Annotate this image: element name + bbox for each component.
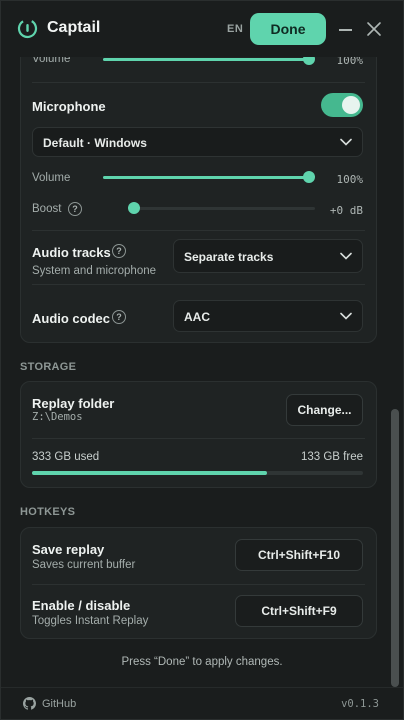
save-replay-sublabel: Saves current buffer xyxy=(32,559,136,571)
storage-card: Replay folder Z:\Demos Change... 333 GB … xyxy=(20,381,377,488)
save-replay-label: Save replay xyxy=(32,542,105,557)
apply-hint-text: Press “Done” to apply changes. xyxy=(121,656,283,668)
mic-volume-label: Volume xyxy=(32,172,71,184)
audio-tracks-label: Audio tracks xyxy=(32,245,111,260)
storage-usage-bar xyxy=(32,471,363,475)
microphone-toggle[interactable] xyxy=(321,93,363,117)
captail-logo-icon xyxy=(17,18,38,39)
audio-codec-label: Audio codec xyxy=(32,311,111,326)
divider xyxy=(32,438,365,439)
divider xyxy=(32,82,365,83)
close-icon xyxy=(367,22,381,36)
storage-used-text: 333 GB used xyxy=(32,451,100,463)
github-icon[interactable] xyxy=(23,697,36,710)
footer: GitHub v0.1.3 xyxy=(1,687,403,719)
storage-section-title: STORAGE xyxy=(20,361,77,373)
language-switch[interactable]: EN xyxy=(227,23,243,35)
storage-free-text: 133 GB free xyxy=(300,451,363,463)
slider-track xyxy=(128,207,315,210)
audio-tracks-sublabel: System and microphone xyxy=(32,265,157,277)
boost-label: Boost xyxy=(32,203,62,215)
app-window: Captail EN Done Volume 100% Microphone D… xyxy=(0,0,404,720)
audio-tracks-help-icon[interactable]: ? xyxy=(112,244,126,258)
chevron-down-icon xyxy=(340,138,352,146)
audio-card: Volume 100% Microphone Default · Windows… xyxy=(20,57,377,343)
audio-codec-value: AAC xyxy=(184,310,210,324)
slider-knob[interactable] xyxy=(128,202,140,214)
minimize-button[interactable] xyxy=(338,19,354,39)
audio-tracks-select[interactable]: Separate tracks xyxy=(173,239,363,273)
slider-fill xyxy=(103,58,309,61)
boost-value: +0 dB xyxy=(329,204,363,217)
settings-scroll-area[interactable]: Volume 100% Microphone Default · Windows… xyxy=(1,57,403,687)
enable-disable-label: Enable / disable xyxy=(32,598,131,613)
divider xyxy=(32,230,365,231)
enable-disable-hotkey-button[interactable]: Ctrl+Shift+F9 xyxy=(235,595,363,627)
toggle-knob xyxy=(342,96,360,114)
slider-knob[interactable] xyxy=(303,57,315,65)
audio-codec-select[interactable]: AAC xyxy=(173,300,363,332)
system-volume-value: 100% xyxy=(336,57,364,67)
github-link[interactable]: GitHub xyxy=(42,698,76,710)
boost-help-icon[interactable]: ? xyxy=(68,202,82,216)
replay-folder-label: Replay folder xyxy=(32,396,115,411)
close-button[interactable] xyxy=(365,19,383,39)
microphone-device-value: Default · Windows xyxy=(43,136,147,150)
audio-tracks-value: Separate tracks xyxy=(184,250,274,264)
system-volume-slider[interactable] xyxy=(103,57,315,67)
change-folder-button[interactable]: Change... xyxy=(286,394,363,426)
app-title: Captail xyxy=(47,19,101,36)
audio-codec-help-icon[interactable]: ? xyxy=(112,310,126,324)
scrollbar-thumb[interactable] xyxy=(391,409,399,687)
title-bar: Captail EN Done xyxy=(1,1,403,57)
mic-volume-value: 100% xyxy=(336,173,364,186)
storage-usage-fill xyxy=(32,471,267,475)
hotkeys-card: Save replay Saves current buffer Ctrl+Sh… xyxy=(20,527,377,639)
chevron-down-icon xyxy=(340,252,352,260)
mic-volume-slider[interactable] xyxy=(103,171,315,185)
boost-slider[interactable] xyxy=(128,202,315,216)
version-label: v0.1.3 xyxy=(341,698,379,710)
done-button[interactable]: Done xyxy=(250,13,326,45)
divider xyxy=(32,284,365,285)
slider-knob[interactable] xyxy=(303,171,315,183)
microphone-device-select[interactable]: Default · Windows xyxy=(32,127,363,157)
slider-fill xyxy=(103,176,309,179)
microphone-label: Microphone xyxy=(32,99,106,114)
save-replay-hotkey-button[interactable]: Ctrl+Shift+F10 xyxy=(235,539,363,571)
hotkeys-section-title: HOTKEYS xyxy=(20,506,76,518)
system-volume-label: Volume xyxy=(32,57,71,65)
divider xyxy=(32,584,365,585)
replay-folder-path: Z:\Demos xyxy=(32,411,83,423)
chevron-down-icon xyxy=(340,312,352,320)
enable-disable-sublabel: Toggles Instant Replay xyxy=(32,615,149,627)
